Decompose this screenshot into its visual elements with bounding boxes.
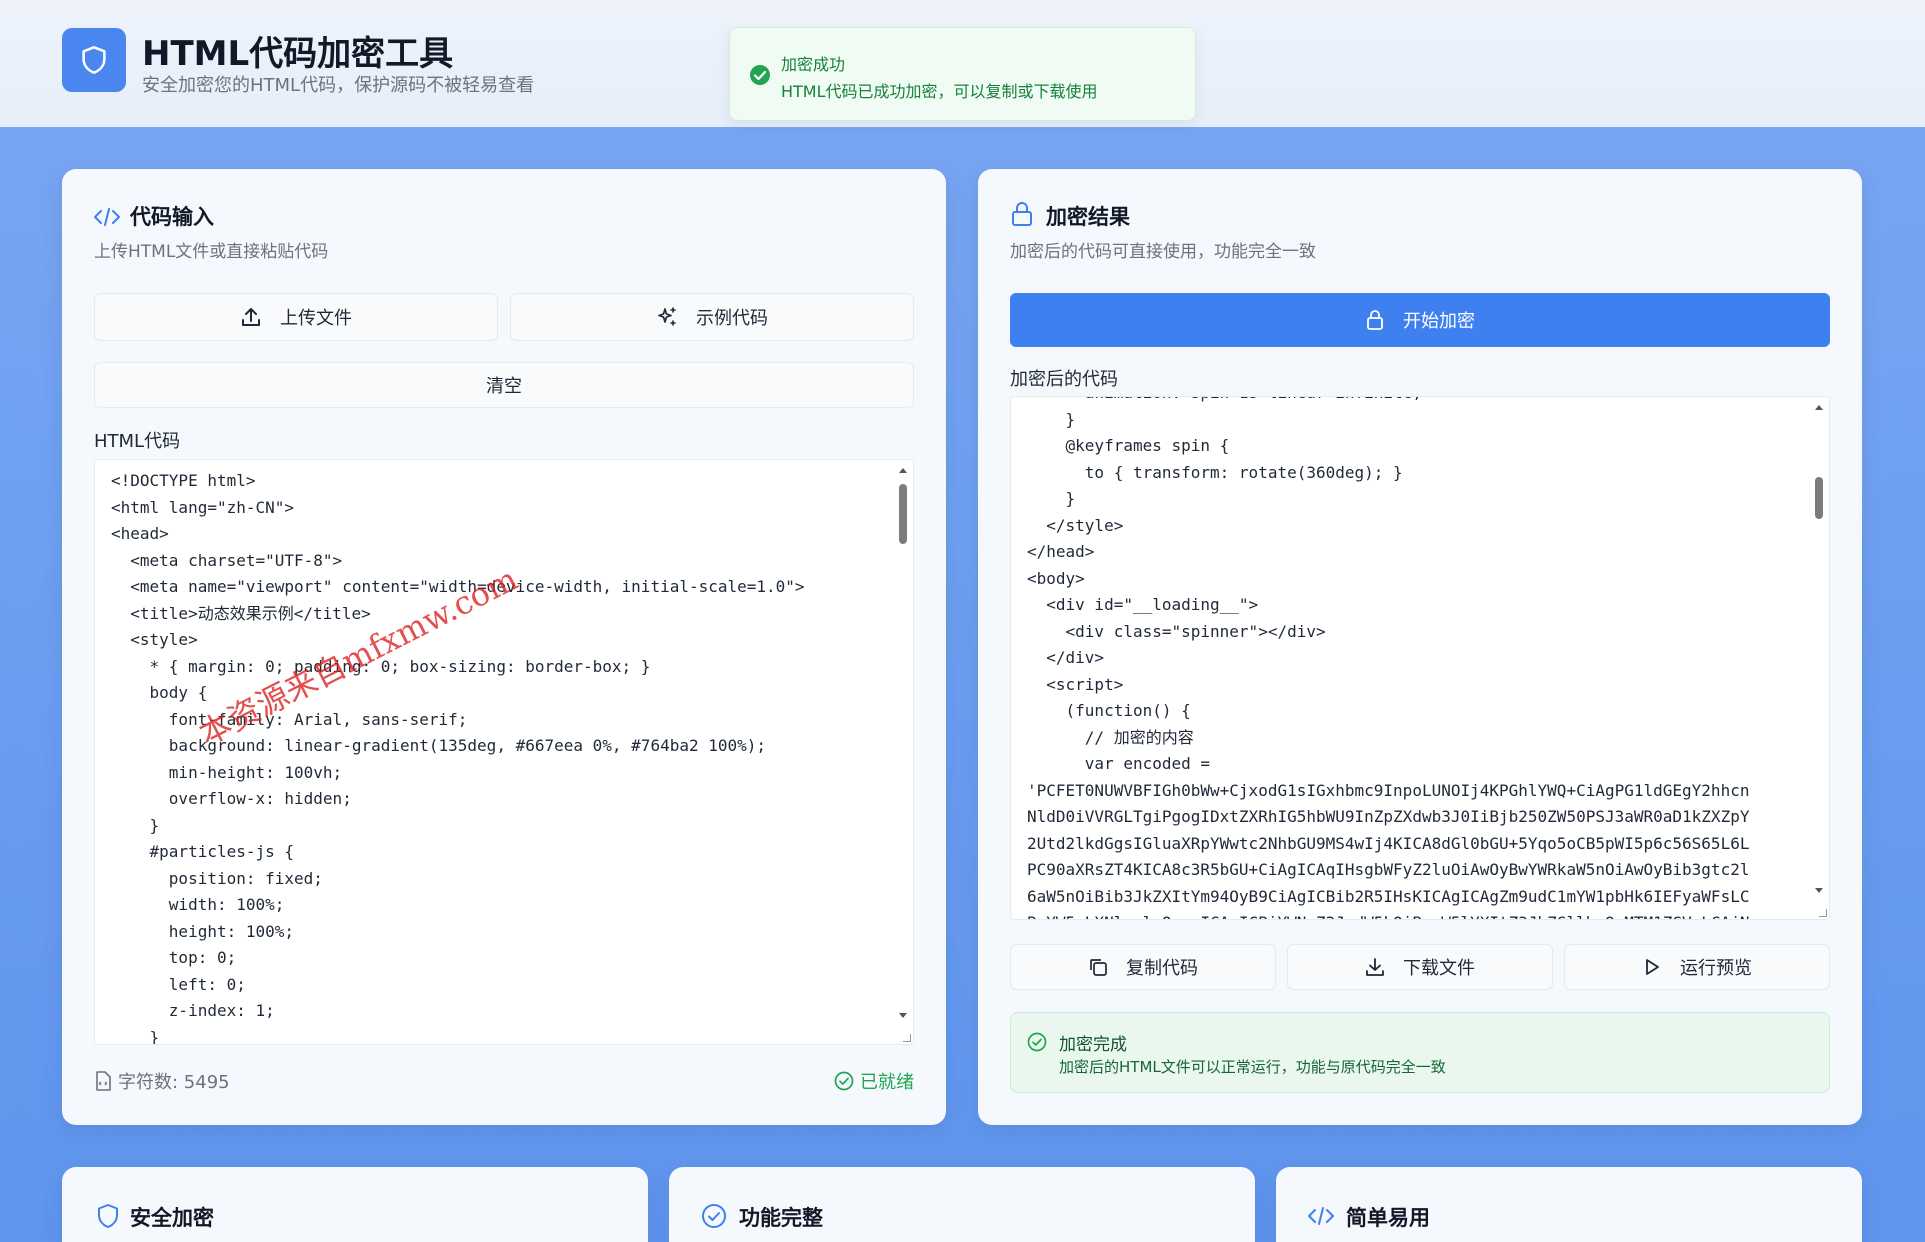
- feature-title: 简单易用: [1346, 1206, 1430, 1230]
- run-preview-label: 运行预览: [1680, 958, 1752, 979]
- start-encrypt-button[interactable]: 开始加密: [1010, 293, 1830, 347]
- lock-icon: [1367, 310, 1383, 330]
- ready-status-text: 已就绪: [860, 1072, 914, 1093]
- check-circle-icon: [749, 64, 771, 86]
- start-encrypt-label: 开始加密: [1403, 311, 1475, 332]
- download-icon: [1366, 958, 1384, 976]
- app-subtitle: 安全加密您的HTML代码，保护源码不被轻易查看: [142, 75, 535, 96]
- scroll-down-arrow[interactable]: [899, 1013, 907, 1018]
- input-panel-subtitle: 上传HTML文件或直接粘贴代码: [94, 242, 329, 262]
- scroll-thumb[interactable]: [1815, 477, 1823, 519]
- clear-button[interactable]: 清空: [94, 362, 914, 408]
- resize-grip[interactable]: [903, 1034, 911, 1042]
- html-code-content: <!DOCTYPE html> <html lang="zh-CN"> <hea…: [111, 471, 805, 1045]
- clear-label: 清空: [486, 376, 522, 397]
- lock-icon: [1010, 201, 1034, 227]
- feature-title: 功能完整: [739, 1206, 823, 1230]
- check-circle-icon: [1027, 1032, 1047, 1052]
- upload-icon: [242, 308, 260, 326]
- copy-icon: [1090, 959, 1107, 976]
- char-count-text: 字符数: 5495: [118, 1072, 230, 1093]
- encrypted-code-textarea[interactable]: animation: spin 1s linear infinite; } @k…: [1010, 396, 1830, 920]
- copy-code-button[interactable]: 复制代码: [1010, 944, 1276, 990]
- feature-card-complete: 功能完整: [669, 1167, 1255, 1242]
- toast-message: HTML代码已成功加密，可以复制或下载使用: [781, 82, 1098, 101]
- feature-title: 安全加密: [130, 1206, 214, 1230]
- success-toast: 加密成功 HTML代码已成功加密，可以复制或下载使用: [729, 27, 1196, 121]
- scroll-up-arrow[interactable]: [1815, 405, 1823, 410]
- app-logo: [62, 28, 126, 92]
- output-scrollbar[interactable]: [1809, 397, 1829, 919]
- input-panel-title: 代码输入: [130, 205, 214, 229]
- scroll-down-arrow[interactable]: [1815, 888, 1823, 893]
- code-icon: [1308, 1206, 1334, 1226]
- result-panel-subtitle: 加密后的代码可直接使用，功能完全一致: [1010, 242, 1316, 262]
- html-code-label: HTML代码: [94, 431, 181, 452]
- input-scrollbar[interactable]: [893, 460, 913, 1044]
- encrypt-result-panel: 加密结果 加密后的代码可直接使用，功能完全一致 开始加密 加密后的代码 anim…: [978, 169, 1862, 1125]
- copy-code-label: 复制代码: [1126, 958, 1198, 979]
- html-code-textarea[interactable]: <!DOCTYPE html> <html lang="zh-CN"> <hea…: [94, 459, 914, 1045]
- encrypted-code-label: 加密后的代码: [1010, 369, 1118, 390]
- result-panel-title: 加密结果: [1046, 205, 1130, 229]
- check-circle-icon: [834, 1071, 854, 1091]
- run-preview-button[interactable]: 运行预览: [1564, 944, 1830, 990]
- download-file-label: 下载文件: [1403, 958, 1475, 979]
- char-count: 字符数: 5495: [94, 1068, 230, 1094]
- feature-card-easy: 简单易用: [1276, 1167, 1862, 1242]
- encrypt-complete-title: 加密完成: [1059, 1035, 1127, 1055]
- play-icon: [1646, 959, 1659, 975]
- code-icon: [94, 207, 120, 227]
- download-file-button[interactable]: 下载文件: [1287, 944, 1553, 990]
- app-title: HTML代码加密工具: [142, 34, 454, 74]
- feature-card-security: 安全加密: [62, 1167, 648, 1242]
- shield-icon: [82, 46, 106, 74]
- encrypted-code-content: animation: spin 1s linear infinite; } @k…: [1027, 397, 1750, 919]
- check-circle-icon: [701, 1203, 727, 1229]
- upload-file-label: 上传文件: [280, 308, 352, 329]
- example-code-button[interactable]: 示例代码: [510, 293, 914, 341]
- scroll-up-arrow[interactable]: [899, 468, 907, 473]
- resize-grip[interactable]: [1819, 909, 1827, 917]
- scroll-thumb[interactable]: [899, 484, 907, 544]
- file-icon: [96, 1071, 111, 1091]
- upload-file-button[interactable]: 上传文件: [94, 293, 498, 341]
- toast-title: 加密成功: [781, 55, 846, 74]
- code-input-panel: 代码输入 上传HTML文件或直接粘贴代码 上传文件 示例代码 清空 HTML代码…: [62, 169, 946, 1125]
- encrypt-complete-notice: 加密完成 加密后的HTML文件可以正常运行，功能与原代码完全一致: [1010, 1012, 1830, 1093]
- ready-status: 已就绪: [834, 1068, 914, 1094]
- shield-icon: [96, 1203, 120, 1229]
- example-code-label: 示例代码: [696, 308, 768, 329]
- sparkles-icon: [658, 307, 676, 326]
- encrypt-complete-message: 加密后的HTML文件可以正常运行，功能与原代码完全一致: [1059, 1058, 1446, 1076]
